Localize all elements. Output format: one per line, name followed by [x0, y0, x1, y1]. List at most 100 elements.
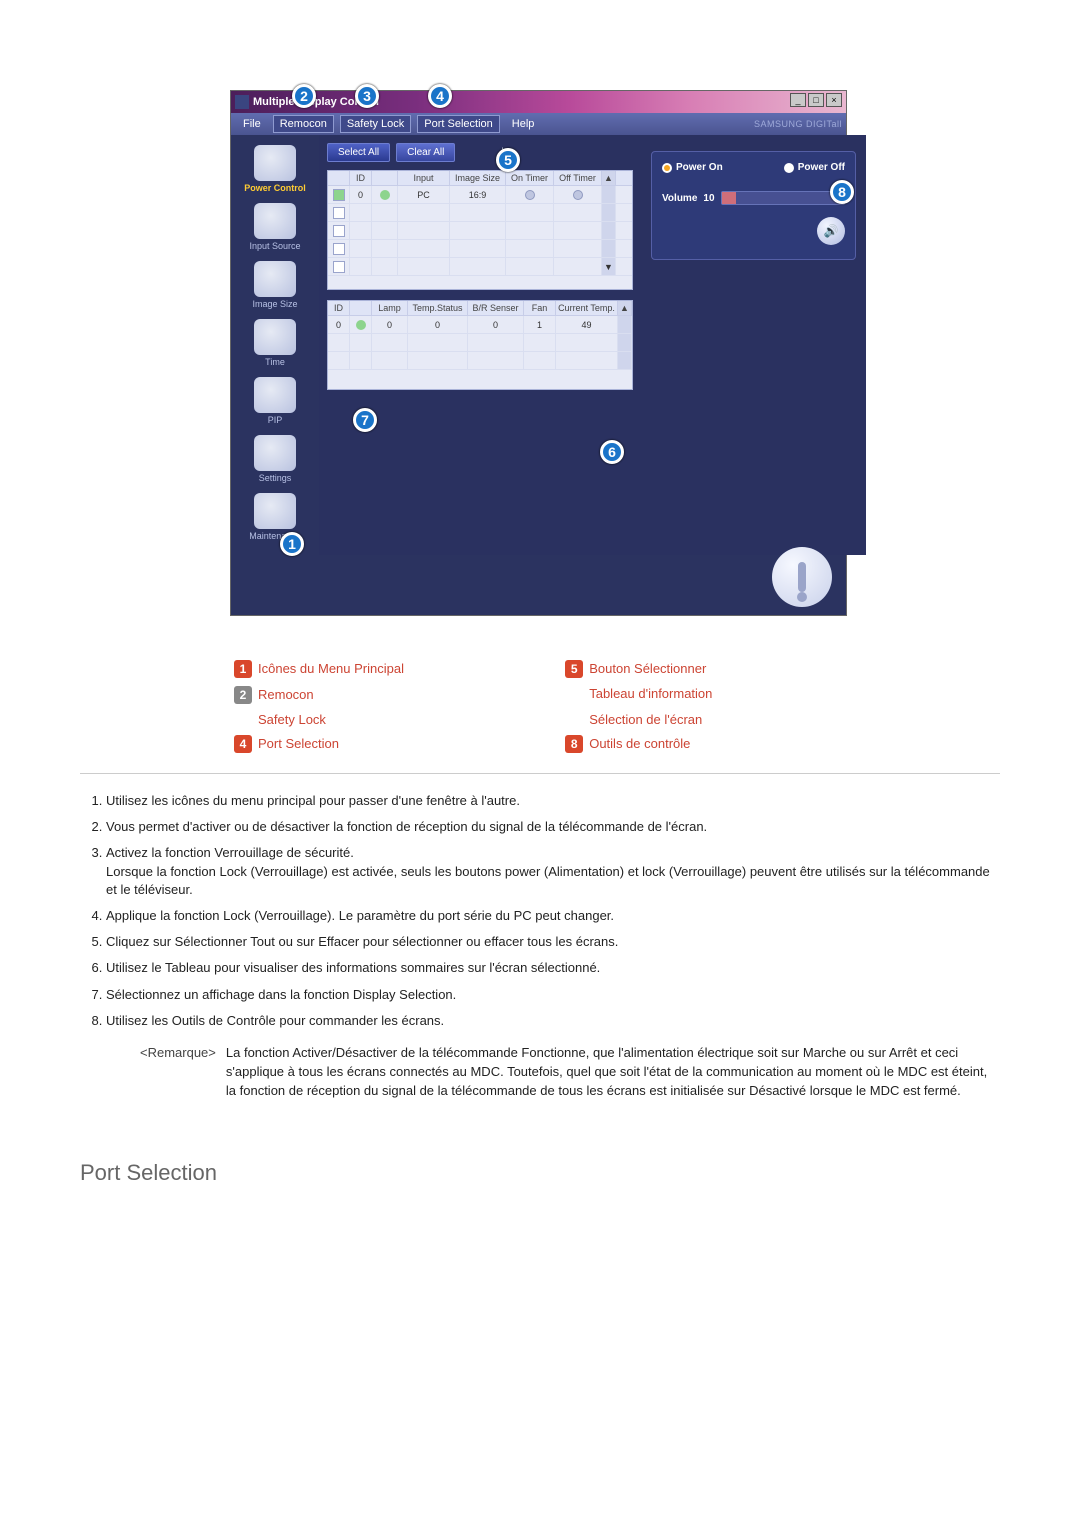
input-icon — [254, 203, 296, 239]
sidebar-item-label: Input Source — [231, 241, 319, 251]
legend-item-2: Remocon — [258, 687, 314, 702]
sidebar-item-input[interactable]: Input Source — [231, 199, 319, 255]
col-imagesize: Image Size — [450, 171, 506, 185]
sidebar-item-image[interactable]: Image Size — [231, 257, 319, 313]
power-on-label: Power On — [676, 162, 723, 173]
desc-item-1: Utilisez les icônes du menu principal po… — [106, 792, 1000, 810]
badge-1-icon: 1 — [234, 660, 252, 678]
callout-6: 6 — [600, 440, 624, 464]
desc-item-7: Sélectionnez un affichage dans la foncti… — [106, 986, 1000, 1004]
col2-temp: Temp.Status — [408, 301, 468, 315]
ontimer-dot — [525, 190, 535, 200]
maximize-button[interactable]: □ — [808, 93, 824, 107]
callout-4: 4 — [428, 84, 452, 108]
volume-slider[interactable] — [721, 191, 845, 205]
sidebar-item-settings[interactable]: Settings — [231, 431, 319, 487]
status-dot — [380, 190, 390, 200]
titlebar: Multiple Display Control _ □ × — [231, 91, 846, 113]
scroll-up[interactable]: ▲ — [602, 171, 616, 185]
legend: 1 Icônes du Menu Principal 5 Bouton Sélect… — [230, 656, 850, 757]
power-panel: Power On Power Off Volume 10 🔊 — [651, 151, 856, 260]
row-check[interactable] — [333, 207, 345, 219]
col2-lamp: Lamp — [372, 301, 408, 315]
legend-item-1: Icônes du Menu Principal — [258, 661, 404, 676]
menu-port-selection[interactable]: Port Selection — [417, 115, 499, 133]
sidebar-item-label: PIP — [231, 415, 319, 425]
sidebar-item-label: Power Control — [231, 183, 319, 193]
sidebar: Power Control Input Source Image Size Ti… — [231, 135, 319, 555]
cell2-ct: 49 — [556, 316, 618, 333]
menubar: File Remocon Safety Lock Port Selection … — [231, 113, 846, 135]
desc-item-5: Cliquez sur Sélectionner Tout ou sur Eff… — [106, 933, 1000, 951]
menu-remocon[interactable]: Remocon — [273, 115, 334, 133]
power-off-radio[interactable]: Power Off — [784, 162, 845, 173]
info-table: ID Input Image Size On Timer Off Timer ▲ — [327, 170, 633, 290]
desc-item-6: Utilisez le Tableau pour visualiser des … — [106, 959, 1000, 977]
badge-5-icon: 5 — [565, 660, 583, 678]
remark-tag: <Remarque> — [140, 1044, 216, 1101]
row-check[interactable] — [333, 261, 345, 273]
radio-dot-icon — [784, 163, 794, 173]
cell-size: 16:9 — [450, 186, 506, 203]
power-on-radio[interactable]: Power On — [662, 162, 723, 173]
cell2-id: 0 — [328, 316, 350, 333]
col2-ct: Current Temp. — [556, 301, 618, 315]
brand: SAMSUNG DIGITall — [754, 119, 842, 129]
col2-status — [350, 301, 372, 315]
menu-file[interactable]: File — [237, 116, 267, 132]
app-window: Multiple Display Control _ □ × File Remo… — [230, 90, 847, 616]
select-all-button[interactable]: Select All — [327, 143, 390, 162]
display-selection-table: ID Lamp Temp.Status B/R Senser Fan Curre… — [327, 300, 633, 390]
callout-1: 1 — [280, 532, 304, 556]
legend-item-3: Safety Lock — [258, 712, 326, 727]
table-row[interactable]: 0 0 0 0 1 49 — [328, 316, 632, 334]
status-dot — [356, 320, 366, 330]
sidebar-item-label: Maintenance — [231, 531, 319, 541]
sidebar-item-maintenance[interactable]: Maintenance — [231, 489, 319, 545]
sidebar-item-power[interactable]: Power Control — [231, 141, 319, 197]
scroll-up2[interactable]: ▲ — [618, 301, 632, 315]
speaker-icon[interactable]: 🔊 — [817, 217, 845, 245]
callout-2: 2 — [292, 84, 316, 108]
legend-item-5: Bouton Sélectionner — [589, 661, 706, 676]
row-check[interactable] — [333, 225, 345, 237]
col-ontimer: On Timer — [506, 171, 554, 185]
minimize-button[interactable]: _ — [790, 93, 806, 107]
legend-item-7: Sélection de l'écran — [589, 712, 702, 727]
menu-safety-lock[interactable]: Safety Lock — [340, 115, 411, 133]
menu-help[interactable]: Help — [506, 116, 541, 132]
desc-3a: Activez la fonction Verrouillage de sécu… — [106, 845, 354, 860]
desc-item-8: Utilisez les Outils de Contrôle pour com… — [106, 1012, 1000, 1030]
cell-id: 0 — [350, 186, 372, 203]
main-area: Select All Clear All le ID Input Image S… — [319, 135, 641, 555]
col-input: Input — [398, 171, 450, 185]
volume-label: Volume — [662, 193, 697, 204]
col2-br: B/R Senser — [468, 301, 524, 315]
image-icon — [254, 261, 296, 297]
row-check[interactable] — [333, 243, 345, 255]
legend-item-6: Tableau d'information — [589, 686, 712, 701]
callout-8: 8 — [830, 180, 854, 204]
badge-8-icon: 8 — [565, 735, 583, 753]
remark-body: La fonction Activer/Désactiver de la tél… — [226, 1044, 1000, 1101]
volume-value: 10 — [703, 193, 714, 204]
callout-3: 3 — [355, 84, 379, 108]
callout-5: 5 — [496, 148, 520, 172]
sidebar-item-time[interactable]: Time — [231, 315, 319, 371]
radio-dot-icon — [662, 163, 672, 173]
status-bar — [231, 555, 846, 615]
close-button[interactable]: × — [826, 93, 842, 107]
description-list: Utilisez les icônes du menu principal po… — [80, 792, 1000, 1030]
row-check[interactable] — [333, 189, 345, 201]
sidebar-item-pip[interactable]: PIP — [231, 373, 319, 429]
col2-id: ID — [328, 301, 350, 315]
clear-all-button[interactable]: Clear All — [396, 143, 455, 162]
legend-item-4: Port Selection — [258, 736, 339, 751]
scroll-down[interactable]: ▼ — [602, 258, 616, 275]
cell2-fan: 1 — [524, 316, 556, 333]
remark: <Remarque> La fonction Activer/Désactive… — [140, 1044, 1000, 1101]
table-row[interactable]: 0 PC 16:9 — [328, 186, 632, 204]
desc-item-2: Vous permet d'activer ou de désactiver l… — [106, 818, 1000, 836]
col-offtimer: Off Timer — [554, 171, 602, 185]
desc-item-3: Activez la fonction Verrouillage de sécu… — [106, 844, 1000, 899]
